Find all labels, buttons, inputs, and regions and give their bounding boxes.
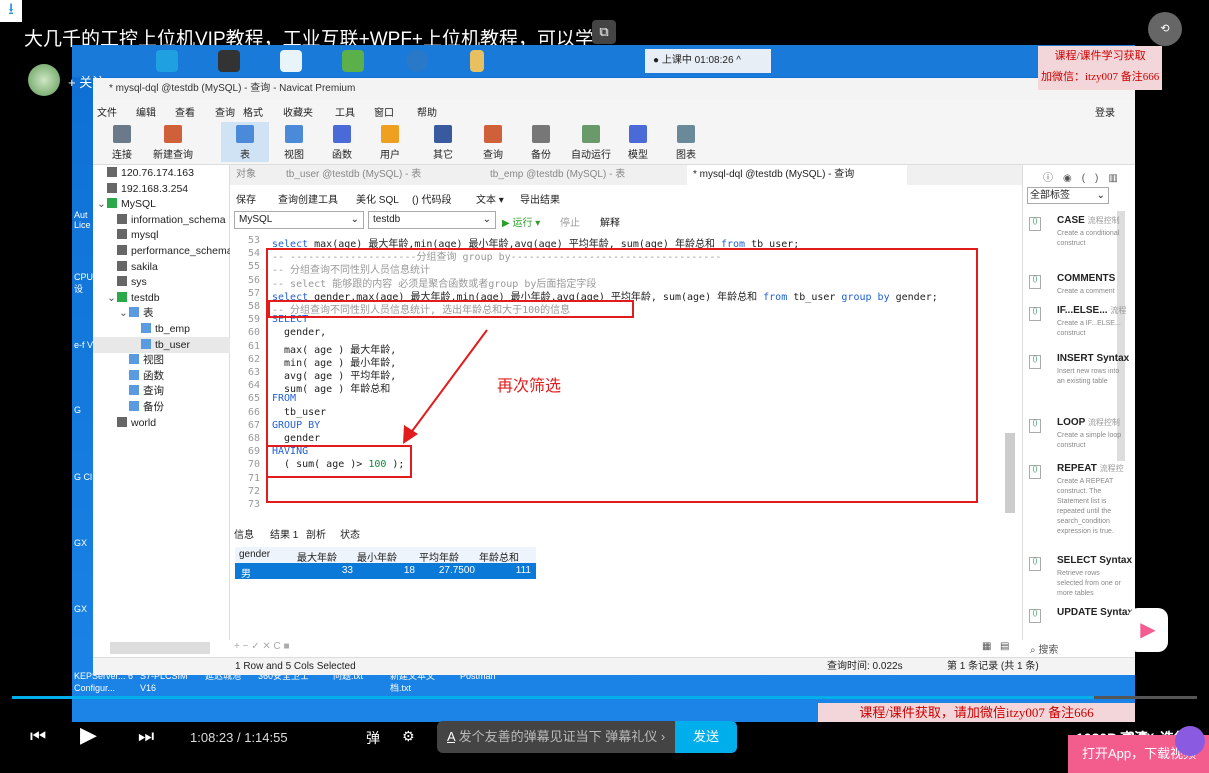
app-logo-icon <box>1175 726 1205 756</box>
watermark-top: 课程/课件学习获取加微信：itzy007 备注666 <box>1038 46 1163 90</box>
watermark-line: 加微信：itzy007 备注666 <box>1041 71 1160 83</box>
time-display: 1:08:23 / 1:14:55 <box>190 730 288 745</box>
next-icon[interactable]: ⏭ <box>138 726 154 747</box>
font-style-icon[interactable]: A <box>447 729 455 744</box>
danmaku-etiquette-link[interactable]: 弹幕礼仪 › <box>605 729 665 744</box>
watermark-bottom: 课程/课件获取，请加微信itzy007 备注666 <box>818 703 1135 722</box>
danmaku-toggle-icon[interactable]: 弹 <box>366 728 380 748</box>
send-button[interactable]: 发送 <box>675 721 737 753</box>
play-icon[interactable]: ▶ <box>80 722 97 748</box>
danmaku-placeholder: 发个友善的弹幕见证当下 <box>458 729 602 744</box>
progress-fill <box>12 696 1094 699</box>
previous-icon[interactable]: ⏮ <box>30 726 46 747</box>
watermark-line: 课程/课件学习获取 <box>1054 50 1146 62</box>
annotation-arrow <box>403 329 488 444</box>
bilibili-tv-icon[interactable]: ▶ <box>1128 608 1168 652</box>
danmaku-settings-icon[interactable]: ⚙ <box>402 728 415 745</box>
annotation-text: 再次筛选 <box>497 378 562 395</box>
